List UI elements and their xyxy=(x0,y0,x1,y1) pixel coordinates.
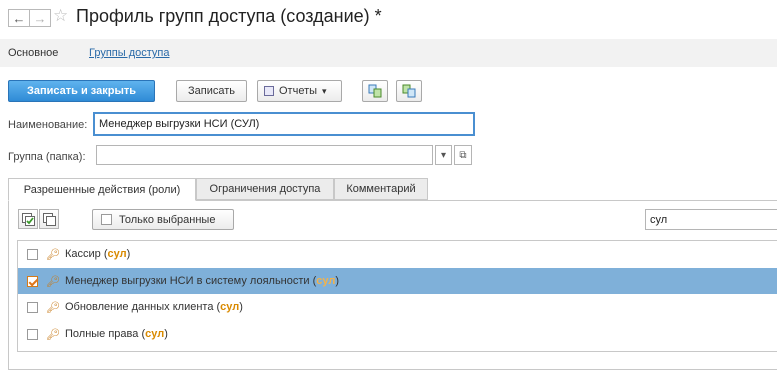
list-item[interactable]: 🔑︎ Полные права (сул) xyxy=(18,321,777,347)
arrow-right-icon: → xyxy=(33,10,47,26)
copy-to-group-button[interactable] xyxy=(362,80,388,102)
key-icon: 🔑︎ xyxy=(46,301,60,314)
tab-allowed-actions[interactable]: Разрешенные действия (роли) xyxy=(8,178,196,201)
reports-button[interactable]: Отчеты ▾ xyxy=(257,80,342,102)
page-title: Профиль групп доступа (создание) * xyxy=(76,6,382,26)
form-sections-bar: Основное Группы доступа xyxy=(0,39,777,67)
role-label: Менеджер выгрузки НСИ в систему лояльнос… xyxy=(65,275,340,287)
roles-list: 🔑︎ Кассир (сул) 🔑︎ Менеджер выгрузки НСИ… xyxy=(17,240,777,352)
tab-access-restrictions[interactable]: Ограничения доступа xyxy=(196,178,334,200)
list-item[interactable]: 🔑︎ Обновление данных клиента (сул) xyxy=(18,294,777,320)
name-label: Наименование: xyxy=(8,119,88,131)
group-open-button[interactable]: ⧉ xyxy=(454,145,472,165)
fill-group-button[interactable] xyxy=(396,80,422,102)
role-checkbox[interactable] xyxy=(27,301,38,313)
list-item[interactable]: 🔑︎ Менеджер выгрузки НСИ в систему лояль… xyxy=(18,268,777,294)
role-checkbox[interactable] xyxy=(27,248,38,260)
role-label: Кассир (сул) xyxy=(65,248,131,260)
tab-comment[interactable]: Комментарий xyxy=(334,178,428,200)
report-icon xyxy=(264,86,274,96)
section-access-groups-link[interactable]: Группы доступа xyxy=(89,47,169,59)
group-folder-label: Группа (папка): xyxy=(8,151,86,163)
save-and-close-button[interactable]: Записать и закрыть xyxy=(8,80,155,102)
key-icon: 🔑︎ xyxy=(46,328,60,341)
chevron-down-icon: ▾ xyxy=(440,149,447,161)
group-folder-field[interactable] xyxy=(96,145,433,165)
list-item[interactable]: 🔑︎ Кассир (сул) xyxy=(18,241,777,267)
roles-search-input[interactable]: сул xyxy=(645,209,777,230)
uncheck-all-button[interactable] xyxy=(39,209,59,229)
fill-group-icon xyxy=(402,84,416,98)
key-icon: 🔑︎ xyxy=(46,275,60,288)
open-window-icon: ⧉ xyxy=(459,149,467,161)
role-label: Обновление данных клиента (сул) xyxy=(65,301,243,313)
copy-group-icon xyxy=(368,84,382,98)
key-icon: 🔑︎ xyxy=(46,248,60,261)
check-all-icon xyxy=(21,212,35,226)
group-dropdown-button[interactable]: ▾ xyxy=(435,145,452,165)
uncheck-all-icon xyxy=(42,212,56,226)
check-all-button[interactable] xyxy=(18,209,38,229)
name-field[interactable]: Менеджер выгрузки НСИ (СУЛ) xyxy=(93,112,475,136)
favorite-star-icon[interactable]: ☆ xyxy=(53,6,68,26)
back-button[interactable]: ← xyxy=(8,9,30,27)
only-selected-label: Только выбранные xyxy=(119,213,216,226)
only-selected-checkbox[interactable] xyxy=(101,214,112,225)
chevron-down-icon: ▾ xyxy=(322,85,327,96)
save-button[interactable]: Записать xyxy=(176,80,247,102)
forward-button[interactable]: → xyxy=(29,9,51,27)
section-main[interactable]: Основное xyxy=(8,47,58,59)
role-label: Полные права (сул) xyxy=(65,328,168,340)
reports-label: Отчеты xyxy=(279,85,318,97)
role-checkbox[interactable] xyxy=(27,328,38,340)
arrow-left-icon: ← xyxy=(12,10,26,26)
only-selected-toggle[interactable]: Только выбранные xyxy=(92,209,234,230)
role-checkbox[interactable] xyxy=(27,275,38,287)
